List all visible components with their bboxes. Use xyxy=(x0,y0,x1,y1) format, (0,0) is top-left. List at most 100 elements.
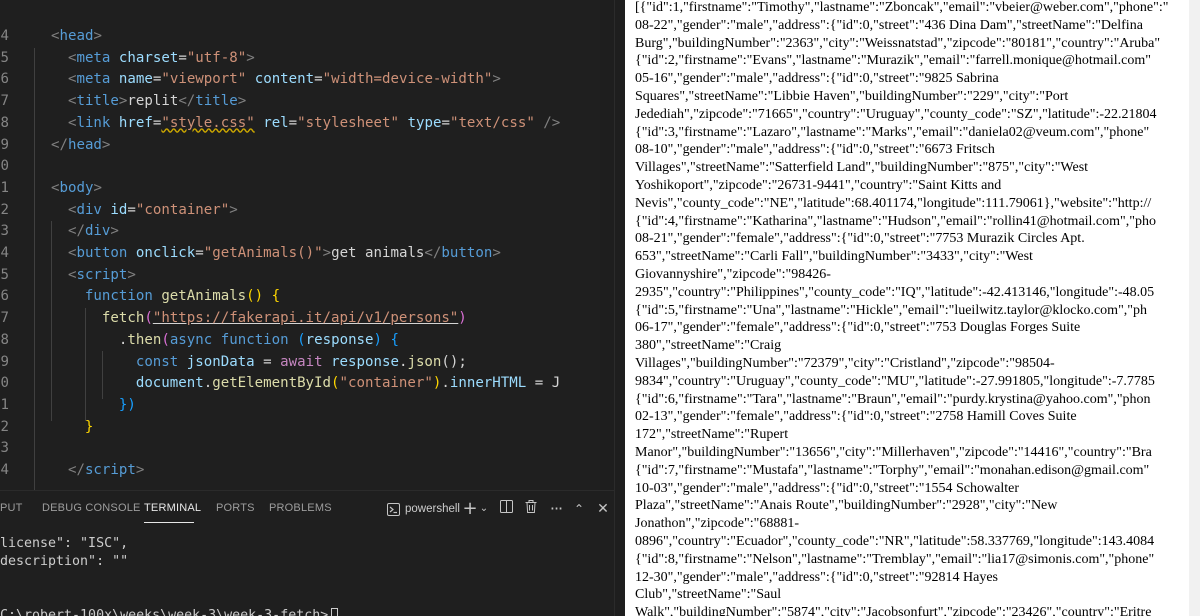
code-token: > xyxy=(492,71,501,88)
code-token: "https://fakerapi.it/api/v1/persons" xyxy=(152,310,459,327)
line-number: 3 xyxy=(0,223,10,240)
json-output-line: Burg","buildingNumber":"2363","city":"We… xyxy=(635,35,1161,51)
line-number: 2 xyxy=(0,201,10,218)
code-line: 0 document.getElementById("container").i… xyxy=(0,373,600,395)
code-line: 1 <body> xyxy=(0,178,600,200)
code-token: meta xyxy=(76,49,111,66)
split-terminal-icon[interactable] xyxy=(497,500,515,518)
code-token: "container" xyxy=(339,375,433,392)
tab-ports[interactable]: PORTS xyxy=(216,502,255,514)
code-text: <head> xyxy=(34,26,102,48)
line-number: 1 xyxy=(0,396,10,413)
code-token: async xyxy=(169,331,213,348)
code-token: id xyxy=(110,201,128,218)
chevron-down-icon[interactable]: ⌄ xyxy=(478,500,490,518)
line-number: 9 xyxy=(0,136,10,153)
code-token: { xyxy=(271,288,281,305)
code-token: /> xyxy=(534,114,561,131)
code-line: 2 } xyxy=(0,417,600,439)
tab-terminal[interactable]: TERMINAL xyxy=(144,502,201,514)
code-text: document.getElementById("container").inn… xyxy=(34,373,560,395)
code-token: script xyxy=(76,266,128,283)
terminal-selector[interactable]: powershell xyxy=(387,500,460,518)
bottom-panel: PUT DEBUG CONSOLE TERMINAL PORTS PROBLEM… xyxy=(0,490,614,616)
code-token: div xyxy=(84,223,111,240)
line-number: 2 xyxy=(0,418,10,435)
code-token: await xyxy=(280,353,323,370)
code-token: body xyxy=(59,179,94,196)
code-text: </head> xyxy=(34,135,110,157)
line-number: 5 xyxy=(0,266,10,283)
code-token: ) xyxy=(373,331,383,348)
line-number: 4 xyxy=(0,462,10,478)
code-token: </ xyxy=(50,136,68,153)
json-output-line: 380","streetName":"Craig xyxy=(635,338,782,354)
code-token: . xyxy=(203,375,213,392)
code-token: head xyxy=(59,28,94,44)
code-token: > xyxy=(93,179,102,196)
code-token: meta xyxy=(76,71,111,88)
json-output-line: Jonathon","zipcode":"68881- xyxy=(635,516,799,532)
json-output-line: Yoshikoport","zipcode":"26731-9441","cou… xyxy=(635,178,1002,193)
code-token: get animals xyxy=(331,245,425,261)
json-output-line: [{"id":1,"firstname":"Timothy","lastname… xyxy=(635,0,1169,15)
code-token: document xyxy=(135,375,204,392)
maximize-panel-icon[interactable]: ⌃ xyxy=(572,500,586,518)
code-token: const xyxy=(135,353,179,370)
scrollbar[interactable] xyxy=(1189,0,1200,616)
code-text: <script> xyxy=(34,265,136,287)
code-token: name xyxy=(118,71,153,88)
code-token: ( xyxy=(144,310,153,327)
json-output-line: 08-22","gender":"male","address":{"id":0… xyxy=(635,17,1143,33)
code-token: > xyxy=(101,136,111,153)
code-text: }) xyxy=(34,395,136,417)
split-divider[interactable] xyxy=(614,0,625,616)
line-number: 3 xyxy=(0,440,10,457)
code-token: </ xyxy=(67,462,85,478)
close-panel-icon[interactable]: ✕ xyxy=(596,500,610,518)
tab-output[interactable]: PUT xyxy=(0,502,23,514)
code-token: getAnimals xyxy=(161,288,247,305)
code-text: fetch("https://fakerapi.it/api/v1/person… xyxy=(34,308,467,330)
line-number: 4 xyxy=(0,28,10,44)
tab-problems[interactable]: PROBLEMS xyxy=(269,502,332,514)
json-output-line: Giovannyshire","zipcode":"98426- xyxy=(635,267,831,282)
code-token: = xyxy=(314,71,323,88)
line-number: 6 xyxy=(0,288,10,305)
more-actions-icon[interactable]: ··· xyxy=(547,500,565,518)
code-token: function xyxy=(84,288,153,305)
code-token: "viewport" xyxy=(161,71,247,88)
code-text: } xyxy=(34,417,94,439)
line-number: 0 xyxy=(0,158,10,175)
code-token: = xyxy=(254,353,281,370)
tab-debug-console[interactable]: DEBUG CONSOLE xyxy=(42,502,141,514)
code-text: <button onclick="getAnimals()">get anima… xyxy=(34,243,501,265)
line-number: 8 xyxy=(0,114,10,131)
code-editor[interactable]: 4 <head> 5 <meta charset="utf-8"> 6 <meta … xyxy=(0,0,600,490)
line-number: 7 xyxy=(0,310,10,327)
terminal-line: description": "" xyxy=(0,554,129,569)
code-line: 6 <meta name="viewport" content="width=d… xyxy=(0,69,600,91)
trash-icon[interactable] xyxy=(522,500,540,518)
code-line: 2 <div id="container"> xyxy=(0,200,600,222)
code-token: jsonData xyxy=(186,353,255,370)
new-terminal-plus-icon[interactable]: + xyxy=(462,500,478,518)
code-token: > xyxy=(237,93,247,110)
code-text: <meta name="viewport" content="width=dev… xyxy=(34,69,501,91)
code-token: "getAnimals()" xyxy=(203,245,323,261)
json-output-line: {"id":4,"firstname":"Katharina","lastnam… xyxy=(635,213,1156,229)
code-token: > xyxy=(492,245,501,261)
code-line: 6 function getAnimals() { xyxy=(0,286,600,308)
line-number: 6 xyxy=(0,71,10,88)
